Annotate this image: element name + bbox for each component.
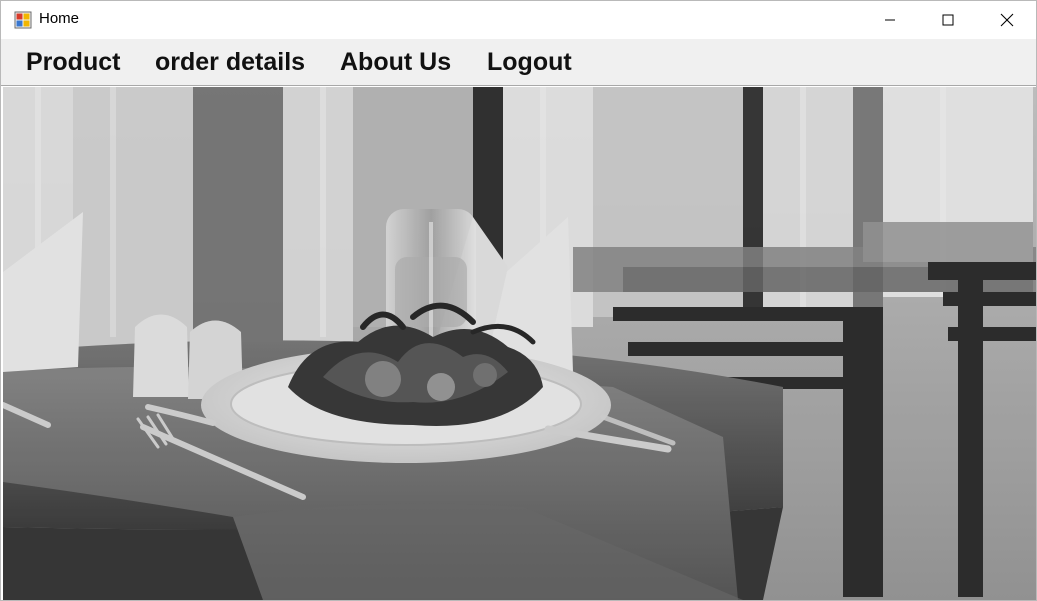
window-title: Home (39, 10, 80, 27)
menu-item-about-us[interactable]: About Us (340, 48, 451, 77)
minimize-button[interactable] (861, 1, 919, 39)
maximize-icon (942, 14, 954, 26)
restaurant-table-photo (3, 87, 1036, 600)
minimize-icon (885, 19, 895, 21)
background-photo-panel (3, 87, 1036, 600)
menu-item-product[interactable]: Product (26, 48, 120, 77)
menu-item-logout[interactable]: Logout (487, 48, 572, 77)
close-button[interactable] (978, 1, 1036, 39)
menu-item-order-details[interactable]: order details (155, 48, 305, 77)
app-icon (14, 11, 32, 29)
maximize-button[interactable] (919, 1, 977, 39)
close-icon (1000, 13, 1014, 27)
home-window: Home Product order details About Us Logo… (0, 0, 1037, 601)
menu-bar: Product order details About Us Logout (1, 39, 1036, 86)
title-bar[interactable]: Home (1, 1, 1036, 39)
